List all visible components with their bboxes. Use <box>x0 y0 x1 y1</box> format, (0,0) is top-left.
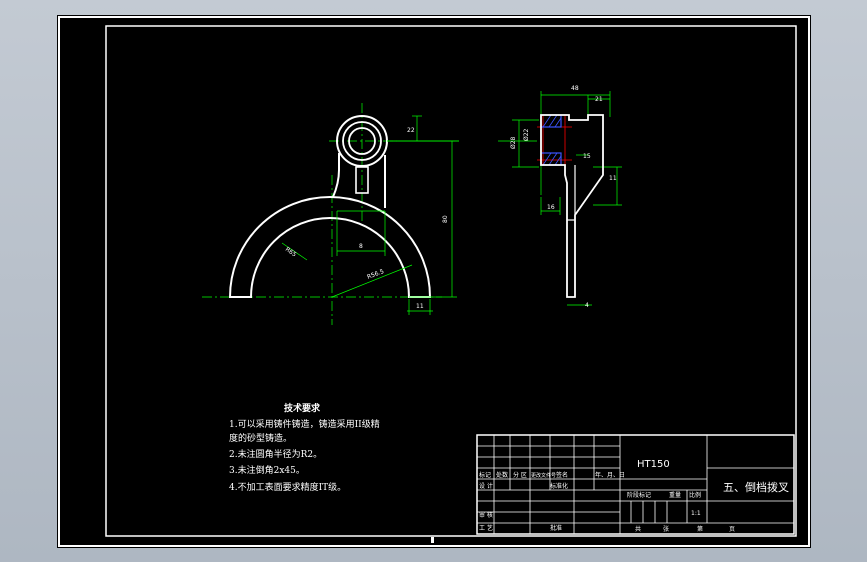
section-hatch <box>542 114 562 166</box>
inner-border <box>105 25 797 537</box>
tech-line-5: 4.不加工表面要求精度IT级。 <box>229 481 346 493</box>
tb-row-docno: 更改文件号 <box>531 472 556 479</box>
tb-stage-mark: 阶段标记 <box>627 491 651 499</box>
tb-standardize: 标准化 <box>550 482 568 490</box>
outer-border <box>58 16 810 547</box>
dim-left: Ø28 <box>510 136 517 149</box>
part-name: 五、倒档拨叉 <box>723 480 789 494</box>
tb-process: 工 艺 <box>479 524 493 532</box>
fork-neck-left <box>332 153 340 198</box>
dim-width: 11 <box>416 303 424 310</box>
tb-designer: 设 计 <box>479 482 493 490</box>
tb-page-unit: 页 <box>729 526 735 533</box>
title-block: HT150 五、倒档拨叉 1:1 标记 处数 分 区 更改文件号 签名 年、月、… <box>476 434 795 535</box>
dim-top-width: 48 <box>571 85 579 92</box>
technical-requirements: 技术要求 1.可以采用铸件铸造，铸造采用II级精 度的砂型铸造。 2.未注圆角半… <box>229 402 380 493</box>
tb-sheet: 张 <box>663 525 669 533</box>
front-dimension-lines <box>281 115 459 315</box>
dim-step: 15 <box>583 153 591 160</box>
tb-row-sign: 签名 <box>556 471 568 479</box>
material-label: HT150 <box>637 459 670 470</box>
tb-review: 审 核 <box>479 511 493 519</box>
fork-arc-body <box>228 196 432 298</box>
side-view: 48 21 Ø28 Ø22 16 15 11 4 <box>498 85 622 309</box>
dim-height: 80 <box>442 215 449 223</box>
dim-radius-outer: R65 <box>284 246 298 259</box>
tb-ratio: 比例 <box>689 491 701 499</box>
dim-hub-top: 22 <box>407 127 415 134</box>
side-hidden-lines <box>537 115 572 165</box>
dim-hub-len: 16 <box>547 204 555 211</box>
dim-radius-inner: R56.5 <box>366 268 385 281</box>
tech-line-4: 3.未注倒角2x45。 <box>229 464 305 476</box>
tb-page: 第 <box>697 525 703 533</box>
tech-line-1: 1.可以采用铸件铸造，铸造采用II级精 <box>229 418 380 430</box>
tech-title: 技术要求 <box>284 402 321 414</box>
drawing-sheet: 22 80 8 R65 R56.5 11 48 21 Ø28 Ø22 16 15… <box>57 15 811 548</box>
tb-approve: 批准 <box>550 524 562 532</box>
tb-row-marks: 标记 <box>479 471 491 479</box>
scale-value: 1:1 <box>691 510 701 517</box>
dim-rib: 11 <box>609 175 617 182</box>
tb-row-count: 处数 <box>496 471 508 479</box>
tb-row-date: 年、月、日 <box>595 471 625 479</box>
tech-line-3: 2.未注圆角半径为R2。 <box>229 448 322 460</box>
dim-slot: 8 <box>359 243 363 250</box>
dim-bore: Ø22 <box>523 128 530 141</box>
tech-line-2: 度的砂型铸造。 <box>229 432 292 444</box>
tb-weight: 重量 <box>669 491 681 499</box>
front-view: 22 80 8 R65 R56.5 11 <box>202 103 459 325</box>
tb-row-zone: 分 区 <box>513 471 527 479</box>
dim-right: 21 <box>595 96 603 103</box>
dim-thickness: 4 <box>585 302 589 309</box>
bottom-center-mark <box>431 537 434 543</box>
tb-total: 共 <box>635 525 641 533</box>
cad-drawing-canvas: 22 80 8 R65 R56.5 11 48 21 Ø28 Ø22 16 15… <box>58 16 810 547</box>
